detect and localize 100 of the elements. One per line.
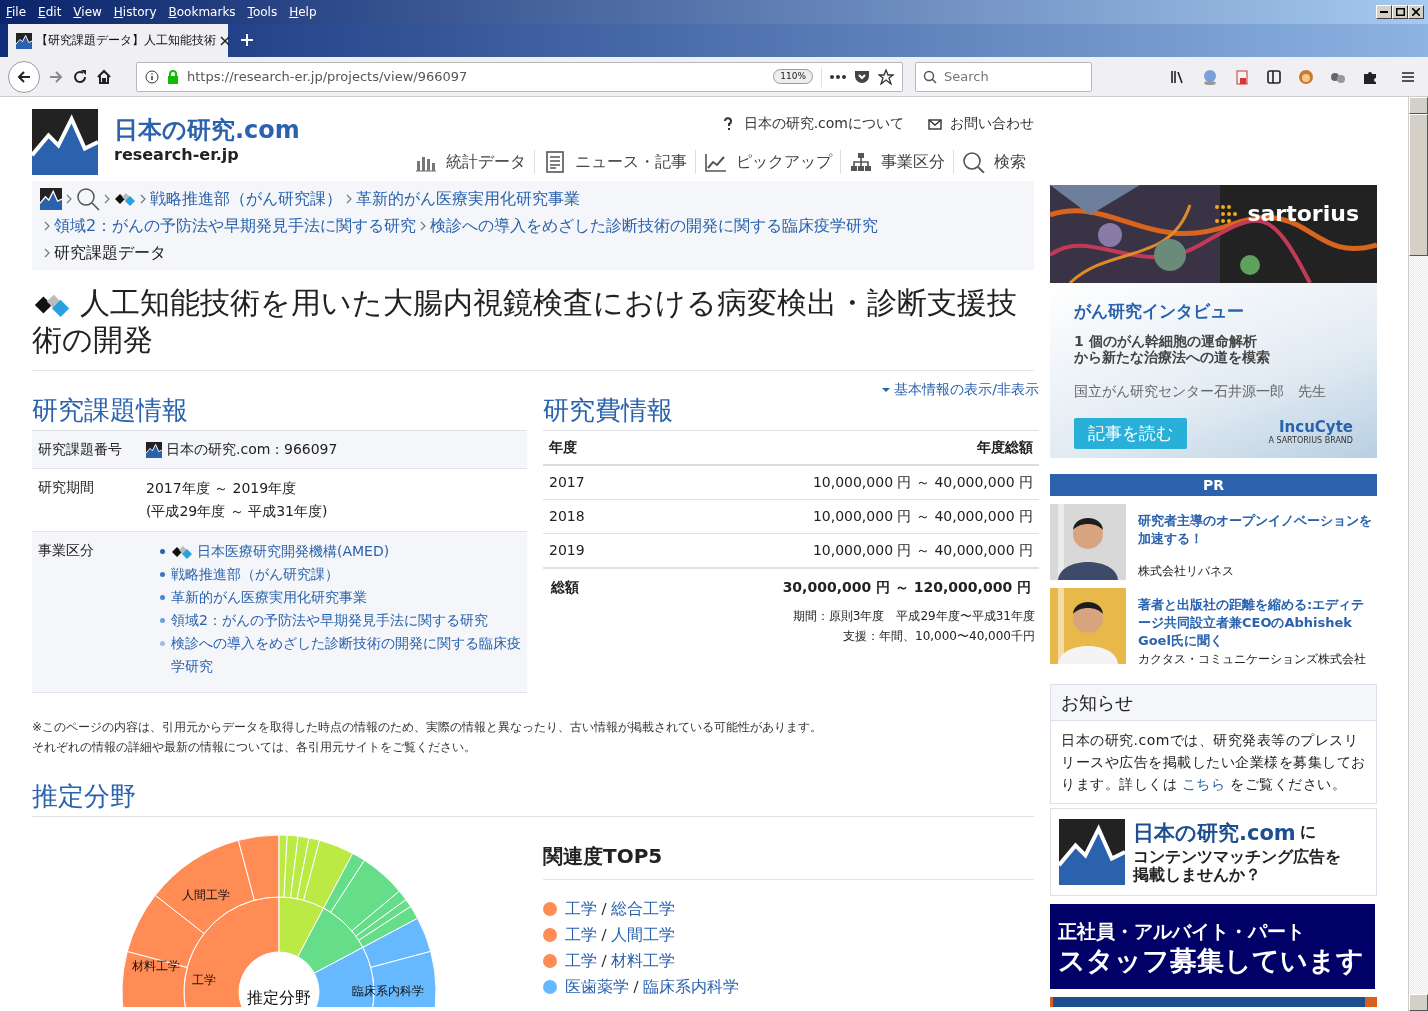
funding-note: 期間：原則3年度 平成29年度〜平成31年度 — [791, 608, 1035, 626]
category-link[interactable]: 臨床系内科学 — [643, 974, 739, 1001]
header-link[interactable]: お問い合わせ — [928, 113, 1034, 134]
slash-icon — [601, 928, 607, 943]
chevron-icon — [65, 192, 73, 205]
field-label: 研究期間 — [38, 478, 95, 498]
category-link[interactable]: 総合工学 — [611, 896, 675, 923]
category-link[interactable]: 工学 — [565, 896, 597, 923]
nav-link[interactable]: 統計データ — [406, 150, 535, 174]
ad-text: コンテンツマッチング広告を — [1133, 848, 1341, 866]
menu-item[interactable]: Tools — [241, 3, 284, 21]
menu-item[interactable]: History — [107, 3, 163, 21]
slash-icon — [601, 954, 607, 969]
forward-arrow-icon[interactable] — [48, 68, 64, 85]
nav-link[interactable]: ニュース・記事 — [535, 150, 696, 174]
line-chart-icon — [704, 151, 728, 173]
ad-banner[interactable]: 正社員・アルバイト・パート スタッフ募集しています — [1050, 904, 1375, 989]
category-link[interactable]: 医歯薬学 — [565, 974, 629, 1001]
more-icon[interactable] — [830, 74, 846, 79]
ad-text: スタッフ募集しています — [1058, 945, 1365, 976]
search-icon — [962, 151, 986, 173]
company-name: カクタス・コミュニケーションズ株式会社 — [1138, 651, 1367, 668]
category-link[interactable]: 工学 — [565, 922, 597, 949]
close-icon[interactable] — [220, 35, 230, 46]
diamond-icon — [32, 292, 72, 317]
category-link[interactable]: 革新的がん医療実用化研究事業 — [171, 586, 367, 610]
breadcrumb-link[interactable]: 戦略推進部（がん研究課） — [150, 185, 342, 212]
zoom-indicator[interactable]: 110% — [773, 68, 813, 85]
hierarchy-icon — [849, 151, 873, 173]
reload-icon[interactable] — [72, 68, 88, 85]
disclaimer-text: ※このページの内容は、引用元からデータを取得した時点の情報のため、実際の情報と異なったり、古い情報が掲載されている可能性があります。 — [32, 719, 824, 737]
pocket-icon[interactable] — [854, 68, 870, 85]
search-icon[interactable] — [76, 186, 100, 211]
pr-article-link[interactable]: 著者と出版社の距離を縮める:エディテージ共同設立者兼CEOのAbhishek Goel氏に聞く — [1138, 596, 1377, 650]
category-link[interactable]: 工学 — [565, 948, 597, 975]
menu-item[interactable]: Edit — [32, 3, 68, 21]
browser-tab[interactable]: 【研究課題データ】人工知能技術 — [8, 24, 228, 57]
disclaimer-text: それぞれの情報の詳細や最新の情報については、各引用元サイトをご覧ください。 — [32, 739, 477, 757]
section-heading: 研究費情報 — [543, 394, 673, 427]
menu-item[interactable]: Help — [283, 3, 323, 21]
window-button[interactable] — [1392, 5, 1408, 19]
ad-banner[interactable]: 日本の研究.com に コンテンツマッチング広告を 掲載しませんか？ — [1050, 808, 1377, 896]
window-button[interactable] — [1376, 5, 1392, 19]
category-link[interactable]: 日本医療研究開発機構(AMED) — [197, 540, 390, 564]
chevron-icon — [139, 192, 147, 205]
maximize-icon — [1395, 8, 1405, 16]
star-icon[interactable] — [878, 68, 894, 85]
category-link[interactable]: 材料工学 — [611, 948, 675, 975]
table-cell-text: 2017 — [549, 473, 585, 493]
nav-link[interactable]: ピックアップ — [696, 150, 841, 174]
library-icon[interactable] — [1170, 68, 1186, 85]
notice-link[interactable]: こちら — [1181, 776, 1226, 792]
subsection-heading: 関連度TOP5 — [543, 841, 1034, 881]
page-title: 人工知能技術を用いた大腸内視鏡検査における病変検出・診断支援技術の開発 — [32, 284, 1018, 358]
category-link[interactable]: 領域2：がんの予防法や早期発見手法に関する研究 — [171, 609, 488, 633]
home-icon[interactable] — [96, 68, 112, 85]
ad-text: 正社員・アルバイト・パート — [1058, 919, 1306, 945]
search-field[interactable]: Search — [915, 61, 1092, 92]
pr-article-link[interactable]: 研究者主導のオープンイノベーションを加速する！ — [1138, 512, 1377, 548]
category-link[interactable]: 人間工学 — [611, 922, 675, 949]
menu-item[interactable]: Bookmarks — [162, 3, 242, 21]
ad-logo-text: IncuCyte — [1278, 419, 1353, 435]
nav-link[interactable]: 検索 — [954, 150, 1034, 174]
menu-item[interactable]: View — [67, 3, 108, 21]
clipboard-icon[interactable] — [1234, 68, 1250, 85]
lock-icon — [167, 69, 179, 84]
ad-text: 掲載しませんか？ — [1133, 866, 1262, 884]
header-link[interactable]: 日本の研究.comについて — [721, 113, 904, 134]
back-arrow-icon — [16, 68, 32, 85]
scrollbar-thumb[interactable] — [1409, 114, 1428, 256]
url-field[interactable]: https://research-er.jp/projects/view/966097 110% — [136, 61, 903, 92]
breadcrumb-link[interactable]: 革新的がん医療実用化研究事業 — [356, 185, 580, 212]
scroll-down-button[interactable] — [1409, 994, 1428, 1011]
category-link[interactable]: 検診への導入をめざした診断技術の開発に関する臨床疫学研究 — [171, 632, 521, 679]
sidebar-icon[interactable] — [1266, 68, 1282, 85]
breadcrumb-link[interactable]: 領域2：がんの予防法や早期発見手法に関する研究 — [54, 212, 417, 239]
site-logo-icon — [16, 32, 32, 49]
table-cell-text: 2018 — [549, 507, 585, 527]
window-button[interactable] — [1408, 5, 1424, 19]
table-cell-text: 10,000,000 円 ～ 40,000,000 円 — [812, 507, 1033, 527]
back-button[interactable] — [8, 60, 40, 93]
site-subtitle: research-er.jp — [114, 144, 240, 167]
scroll-up-button[interactable] — [1409, 97, 1428, 114]
funding-note: 支援：年間、10,000〜40,000千円 — [842, 628, 1035, 646]
breadcrumb-link[interactable]: 検診への導入をめざした診断技術の開発に関する臨床疫学研究 — [430, 212, 879, 239]
new-tab-icon[interactable] — [240, 33, 254, 47]
category-link[interactable]: 戦略推進部（がん研究課） — [171, 563, 339, 587]
site-logo-text[interactable]: 日本の研究.com — [114, 117, 300, 144]
chevron-icon — [103, 192, 111, 205]
toggle-link[interactable]: 基本情報の表示/非表示 — [882, 379, 1039, 400]
diamond-icon — [114, 191, 136, 206]
field-value: 2017年度 ～ 2019年度 — [146, 479, 298, 499]
ad-brand-text: sartorius — [1247, 200, 1359, 228]
table-cell-text: 2019 — [549, 541, 585, 561]
breadcrumb-current: 研究課題データ — [54, 242, 166, 264]
ad-text: 国立がん研究センター石井源一郎 先生 — [1074, 381, 1327, 401]
menu-item[interactable]: File — [0, 3, 33, 21]
field-label: 研究課題番号 — [38, 440, 123, 460]
nav-link[interactable]: 事業区分 — [841, 150, 954, 174]
section-header: PR — [1050, 474, 1377, 496]
